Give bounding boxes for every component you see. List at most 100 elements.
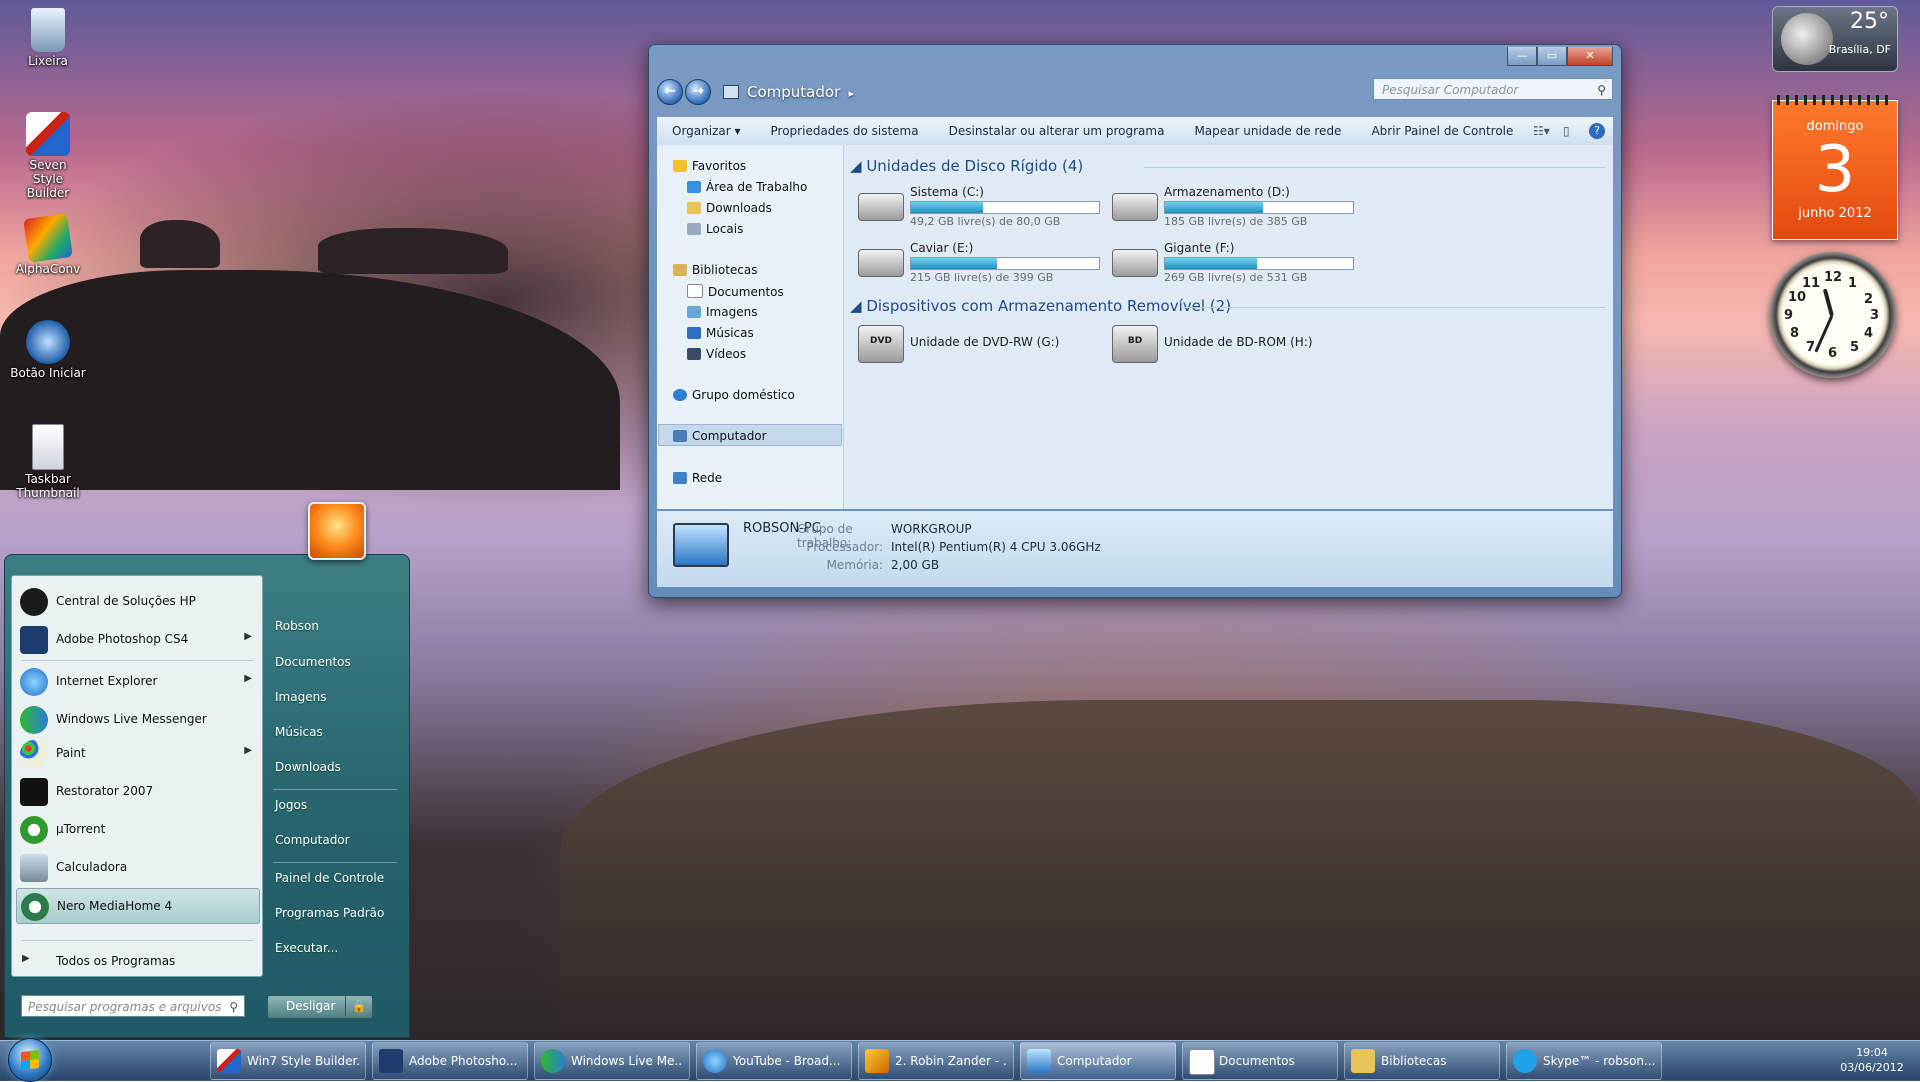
shutdown-button[interactable]: Desligar 🔒 [267,995,373,1019]
menu-item-hp-solution-center[interactable]: Central de Soluções HP [16,584,258,618]
view-options-icon[interactable]: ☷▾ [1533,124,1563,138]
messenger-icon [541,1049,565,1073]
clock-numeral: 10 [1788,290,1807,305]
menu-item-paint[interactable]: Paint ▶ [16,736,258,770]
desktop-icon-recycle-bin[interactable]: Lixeira [0,8,96,68]
help-icon[interactable]: ? [1589,123,1605,139]
nav-favorites[interactable]: Favoritos [673,159,746,173]
menu-item-photoshop[interactable]: Adobe Photoshop CS4 ▶ [16,622,258,656]
map-network-drive-button[interactable]: Mapear unidade de rede [1179,124,1356,138]
drive-f[interactable]: Gigante (F:) 269 GB livre(s) de 531 GB [1112,241,1362,287]
open-control-panel-button[interactable]: Abrir Painel de Controle [1356,124,1528,138]
nav-recent-places[interactable]: Locais [687,222,743,236]
computer-small-icon [723,85,739,99]
forward-arrow-icon[interactable]: → [685,79,711,105]
removable-group-header[interactable]: ◢ Dispositivos com Armazenamento Removív… [850,297,1231,315]
task-youtube[interactable]: YouTube - Broad... [696,1042,852,1080]
system-properties-button[interactable]: Propriedades do sistema [756,124,934,138]
task-computer[interactable]: Computador [1020,1042,1176,1080]
task-skype[interactable]: Skype™ - robson.... [1506,1042,1662,1080]
menu-item-live-messenger[interactable]: Windows Live Messenger [16,702,258,736]
drive-c[interactable]: Sistema (C:) 49,2 GB livre(s) de 80,0 GB [858,185,1108,231]
task-documents[interactable]: Documentos [1182,1042,1338,1080]
task-win7-style-builder[interactable]: Win7 Style Builder... [210,1042,366,1080]
task-libraries[interactable]: Bibliotecas [1344,1042,1500,1080]
place-music[interactable]: Músicas [275,725,323,739]
task-label: Computador [1057,1054,1132,1068]
desktop-icon-seven-style-builder[interactable]: Seven Style Builder [0,112,96,200]
organize-button[interactable]: Organizar ▾ [657,124,756,138]
place-games[interactable]: Jogos [275,798,307,812]
start-button[interactable] [8,1038,52,1082]
drive-d[interactable]: Armazenamento (D:) 185 GB livre(s) de 38… [1112,185,1362,231]
place-computer[interactable]: Computador [275,833,350,847]
task-media-player[interactable]: 2. Robin Zander - ... [858,1042,1014,1080]
place-downloads[interactable]: Downloads [275,760,341,774]
breadcrumb-computador[interactable]: Computador [747,83,840,101]
submenu-arrow-icon[interactable]: ▶ [244,745,252,756]
nav-libraries[interactable]: Bibliotecas [673,263,757,277]
nav-documents[interactable]: Documentos [687,284,784,299]
drive-e[interactable]: Caviar (E:) 215 GB livre(s) de 399 GB [858,241,1108,287]
close-button[interactable]: ✕ [1567,47,1613,66]
explorer-search-input[interactable]: Pesquisar Computador ⚲ [1373,78,1613,100]
submenu-arrow-icon[interactable]: ▶ [244,673,252,684]
nav-music[interactable]: Músicas [687,326,754,340]
clock-gadget[interactable]: 12 1 2 3 4 5 6 7 8 9 10 11 [1770,252,1896,378]
hdd-group-header[interactable]: ◢ Unidades de Disco Rígido (4) [850,157,1083,175]
drive-g-dvd[interactable]: DVD Unidade de DVD-RW (G:) [858,323,1108,369]
task-photoshop[interactable]: Adobe Photosho... [372,1042,528,1080]
uninstall-program-button[interactable]: Desinstalar ou alterar um programa [934,124,1180,138]
menu-item-label: Windows Live Messenger [56,712,207,726]
system-tray-clock[interactable]: 19:04 03/06/2012 [1832,1044,1912,1078]
nav-downloads[interactable]: Downloads [687,201,772,215]
task-label: 2. Robin Zander - ... [895,1054,1007,1068]
place-run[interactable]: Executar... [275,941,338,955]
back-arrow-icon[interactable]: ← [657,79,683,105]
nav-homegroup[interactable]: Grupo doméstico [673,388,795,402]
menu-item-restorator[interactable]: Restorator 2007 [16,774,258,808]
place-control-panel[interactable]: Painel de Controle [275,871,384,885]
hard-drive-icon [1112,249,1158,277]
desktop-icon-alphaconv[interactable]: AlphaConv [0,213,96,276]
lock-icon[interactable]: 🔒 [345,996,372,1016]
preview-pane-icon[interactable]: ▯ [1563,124,1589,138]
start-search-input[interactable]: Pesquisar programas e arquivos ⚲ [21,995,245,1017]
user-picture[interactable] [308,502,366,560]
nav-pictures[interactable]: Imagens [687,305,757,319]
menu-item-internet-explorer[interactable]: Internet Explorer ▶ [16,664,258,698]
place-user-folder[interactable]: Robson [275,619,319,633]
all-programs-button[interactable]: ▶ Todos os Programas [16,944,258,978]
tray-time: 19:04 [1856,1046,1888,1059]
breadcrumb-chevron-icon[interactable]: ▸ [845,87,855,100]
place-pictures[interactable]: Imagens [275,690,326,704]
libraries-icon [1351,1049,1375,1073]
task-label: Documentos [1219,1054,1295,1068]
minimize-button[interactable]: — [1507,47,1537,66]
menu-item-calculator[interactable]: Calculadora [16,850,258,884]
calendar-gadget[interactable]: domingo 3 junho 2012 [1772,95,1898,240]
desktop-icon-taskbar-thumbnail[interactable]: Taskbar Thumbnail [0,424,96,500]
task-live-messenger[interactable]: Windows Live Me... [534,1042,690,1080]
menu-item-label: Central de Soluções HP [56,594,196,608]
drive-h-bd[interactable]: BD Unidade de BD-ROM (H:) [1112,323,1362,369]
photoshop-icon [379,1049,403,1073]
clock-numeral: 2 [1864,292,1874,307]
weather-gadget[interactable]: 25° Brasília, DF [1772,6,1898,72]
nav-computer[interactable]: Computador [673,429,767,443]
recycle-bin-icon [31,8,65,52]
nav-videos[interactable]: Vídeos [687,347,746,361]
calculator-icon [20,854,48,882]
nav-network[interactable]: Rede [673,471,722,485]
submenu-arrow-icon[interactable]: ▶ [244,631,252,642]
maximize-button[interactable]: ▭ [1537,47,1567,66]
desktop-icon-start-button-tool[interactable]: Botão Iniciar [0,320,96,380]
place-documents[interactable]: Documentos [275,655,351,669]
explorer-window[interactable]: — ▭ ✕ ← → Computador ▸ Pesquisar Computa… [648,44,1622,598]
breadcrumb[interactable]: Computador ▸ [747,83,854,101]
all-programs-arrow-icon: ▶ [22,953,30,964]
nav-desktop[interactable]: Área de Trabalho [687,180,807,194]
place-default-programs[interactable]: Programas Padrão [275,906,384,920]
menu-item-nero-mediahome[interactable]: Nero MediaHome 4 [16,888,260,924]
menu-item-utorrent[interactable]: µTorrent [16,812,258,846]
